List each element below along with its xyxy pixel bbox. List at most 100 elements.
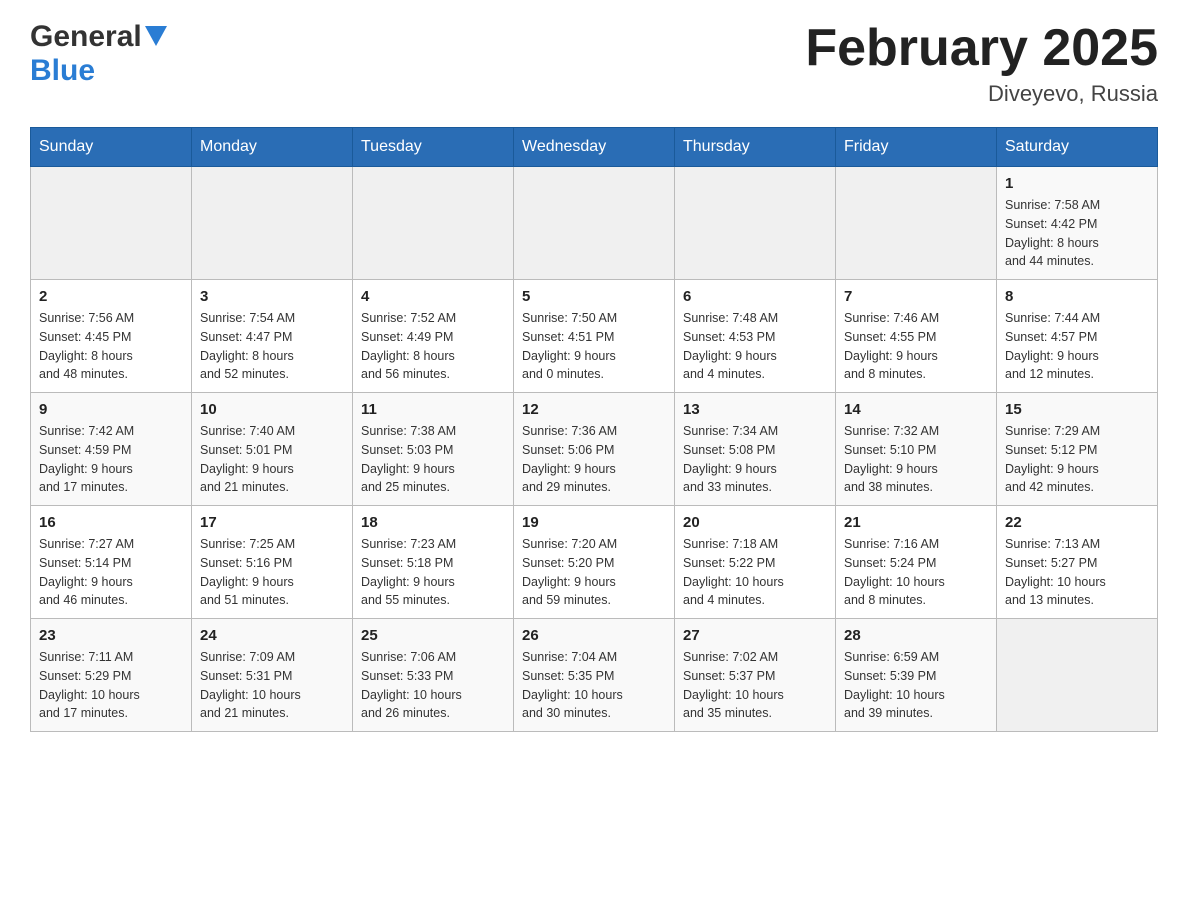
col-saturday: Saturday: [997, 128, 1158, 167]
table-row: 6Sunrise: 7:48 AMSunset: 4:53 PMDaylight…: [675, 280, 836, 393]
day-number: 6: [683, 288, 827, 305]
calendar-week-3: 9 Sunrise: 7:42 AMSunset: 4:59 PMDaylight…: [31, 393, 1158, 506]
table-row: 21 Sunrise: 7:16 AMSunset: 5:24 PMDayligh…: [836, 506, 997, 619]
day-number: 19: [522, 514, 666, 531]
day-number: 25: [361, 627, 505, 644]
day-info: Sunrise: 7:02 AMSunset: 5:37 PMDaylight:…: [683, 648, 827, 723]
day-number: 27: [683, 627, 827, 644]
day-info: Sunrise: 7:32 AMSunset: 5:10 PMDaylight:…: [844, 422, 988, 497]
logo-arrow-icon: [145, 26, 167, 46]
day-info: Sunrise: 7:38 AMSunset: 5:03 PMDaylight:…: [361, 422, 505, 497]
day-info: Sunrise: 7:50 AMSunset: 4:51 PMDaylight:…: [522, 309, 666, 384]
day-info: Sunrise: 7:04 AMSunset: 5:35 PMDaylight:…: [522, 648, 666, 723]
table-row: [31, 167, 192, 280]
table-row: 24 Sunrise: 7:09 AMSunset: 5:31 PMDayligh…: [192, 619, 353, 732]
page-header: General Blue February 2025 Diveyevo, Rus…: [30, 20, 1158, 107]
calendar-header-row: Sunday Monday Tuesday Wednesday Thursday…: [31, 128, 1158, 167]
table-row: [997, 619, 1158, 732]
table-row: [514, 167, 675, 280]
day-number: 10: [200, 401, 344, 418]
day-info: Sunrise: 7:09 AMSunset: 5:31 PMDaylight:…: [200, 648, 344, 723]
logo-general-row: General: [30, 20, 167, 54]
table-row: [836, 167, 997, 280]
day-number: 12: [522, 401, 666, 418]
day-number: 2: [39, 288, 183, 305]
day-number: 24: [200, 627, 344, 644]
day-info: Sunrise: 7:42 AMSunset: 4:59 PMDaylight:…: [39, 422, 183, 497]
table-row: 13Sunrise: 7:34 AMSunset: 5:08 PMDayligh…: [675, 393, 836, 506]
table-row: [192, 167, 353, 280]
day-info: Sunrise: 7:44 AMSunset: 4:57 PMDaylight:…: [1005, 309, 1149, 384]
day-number: 23: [39, 627, 183, 644]
calendar-week-4: 16 Sunrise: 7:27 AMSunset: 5:14 PMDayligh…: [31, 506, 1158, 619]
day-number: 8: [1005, 288, 1149, 305]
col-friday: Friday: [836, 128, 997, 167]
day-number: 18: [361, 514, 505, 531]
logo-blue-text: Blue: [30, 54, 95, 88]
table-row: 15Sunrise: 7:29 AMSunset: 5:12 PMDayligh…: [997, 393, 1158, 506]
table-row: 11 Sunrise: 7:38 AMSunset: 5:03 PMDayligh…: [353, 393, 514, 506]
month-title: February 2025: [805, 20, 1158, 77]
day-info: Sunrise: 7:20 AMSunset: 5:20 PMDaylight:…: [522, 535, 666, 610]
day-number: 15: [1005, 401, 1149, 418]
table-row: 28 Sunrise: 6:59 AMSunset: 5:39 PMDayligh…: [836, 619, 997, 732]
table-row: 18 Sunrise: 7:23 AMSunset: 5:18 PMDayligh…: [353, 506, 514, 619]
table-row: [353, 167, 514, 280]
table-row: 4 Sunrise: 7:52 AMSunset: 4:49 PMDaylight…: [353, 280, 514, 393]
day-number: 7: [844, 288, 988, 305]
col-sunday: Sunday: [31, 128, 192, 167]
table-row: 5 Sunrise: 7:50 AMSunset: 4:51 PMDaylight…: [514, 280, 675, 393]
day-number: 11: [361, 401, 505, 418]
day-info: Sunrise: 7:56 AMSunset: 4:45 PMDaylight:…: [39, 309, 183, 384]
day-info: Sunrise: 7:52 AMSunset: 4:49 PMDaylight:…: [361, 309, 505, 384]
table-row: 19 Sunrise: 7:20 AMSunset: 5:20 PMDayligh…: [514, 506, 675, 619]
day-number: 16: [39, 514, 183, 531]
col-wednesday: Wednesday: [514, 128, 675, 167]
title-section: February 2025 Diveyevo, Russia: [805, 20, 1158, 107]
day-number: 21: [844, 514, 988, 531]
col-thursday: Thursday: [675, 128, 836, 167]
day-info: Sunrise: 7:25 AMSunset: 5:16 PMDaylight:…: [200, 535, 344, 610]
table-row: 2 Sunrise: 7:56 AMSunset: 4:45 PMDaylight…: [31, 280, 192, 393]
logo-general-text: General: [30, 20, 142, 53]
day-info: Sunrise: 7:06 AMSunset: 5:33 PMDaylight:…: [361, 648, 505, 723]
day-number: 4: [361, 288, 505, 305]
calendar-week-1: 1 Sunrise: 7:58 AMSunset: 4:42 PMDaylight…: [31, 167, 1158, 280]
table-row: 8 Sunrise: 7:44 AMSunset: 4:57 PMDaylight…: [997, 280, 1158, 393]
day-info: Sunrise: 7:16 AMSunset: 5:24 PMDaylight:…: [844, 535, 988, 610]
day-info: Sunrise: 7:18 AMSunset: 5:22 PMDaylight:…: [683, 535, 827, 610]
table-row: 7Sunrise: 7:46 AMSunset: 4:55 PMDaylight…: [836, 280, 997, 393]
day-info: Sunrise: 7:23 AMSunset: 5:18 PMDaylight:…: [361, 535, 505, 610]
day-info: Sunrise: 7:27 AMSunset: 5:14 PMDaylight:…: [39, 535, 183, 610]
day-number: 9: [39, 401, 183, 418]
day-number: 28: [844, 627, 988, 644]
day-number: 1: [1005, 175, 1149, 192]
table-row: 14 Sunrise: 7:32 AMSunset: 5:10 PMDayligh…: [836, 393, 997, 506]
logo-blue-row: Blue: [30, 54, 95, 88]
table-row: 3 Sunrise: 7:54 AMSunset: 4:47 PMDaylight…: [192, 280, 353, 393]
day-number: 17: [200, 514, 344, 531]
day-info: Sunrise: 6:59 AMSunset: 5:39 PMDaylight:…: [844, 648, 988, 723]
day-info: Sunrise: 7:54 AMSunset: 4:47 PMDaylight:…: [200, 309, 344, 384]
day-info: Sunrise: 7:58 AMSunset: 4:42 PMDaylight:…: [1005, 196, 1149, 271]
day-number: 20: [683, 514, 827, 531]
day-number: 14: [844, 401, 988, 418]
table-row: 27 Sunrise: 7:02 AMSunset: 5:37 PMDayligh…: [675, 619, 836, 732]
day-number: 3: [200, 288, 344, 305]
day-number: 26: [522, 627, 666, 644]
table-row: 17 Sunrise: 7:25 AMSunset: 5:16 PMDayligh…: [192, 506, 353, 619]
day-number: 22: [1005, 514, 1149, 531]
table-row: 25 Sunrise: 7:06 AMSunset: 5:33 PMDayligh…: [353, 619, 514, 732]
day-info: Sunrise: 7:13 AMSunset: 5:27 PMDaylight:…: [1005, 535, 1149, 610]
day-number: 13: [683, 401, 827, 418]
location: Diveyevo, Russia: [805, 81, 1158, 107]
day-info: Sunrise: 7:40 AMSunset: 5:01 PMDaylight:…: [200, 422, 344, 497]
table-row: 26 Sunrise: 7:04 AMSunset: 5:35 PMDayligh…: [514, 619, 675, 732]
day-number: 5: [522, 288, 666, 305]
day-info: Sunrise: 7:36 AMSunset: 5:06 PMDaylight:…: [522, 422, 666, 497]
calendar-table: Sunday Monday Tuesday Wednesday Thursday…: [30, 127, 1158, 732]
table-row: 23Sunrise: 7:11 AMSunset: 5:29 PMDayligh…: [31, 619, 192, 732]
col-monday: Monday: [192, 128, 353, 167]
calendar-week-2: 2 Sunrise: 7:56 AMSunset: 4:45 PMDaylight…: [31, 280, 1158, 393]
calendar-week-5: 23Sunrise: 7:11 AMSunset: 5:29 PMDayligh…: [31, 619, 1158, 732]
